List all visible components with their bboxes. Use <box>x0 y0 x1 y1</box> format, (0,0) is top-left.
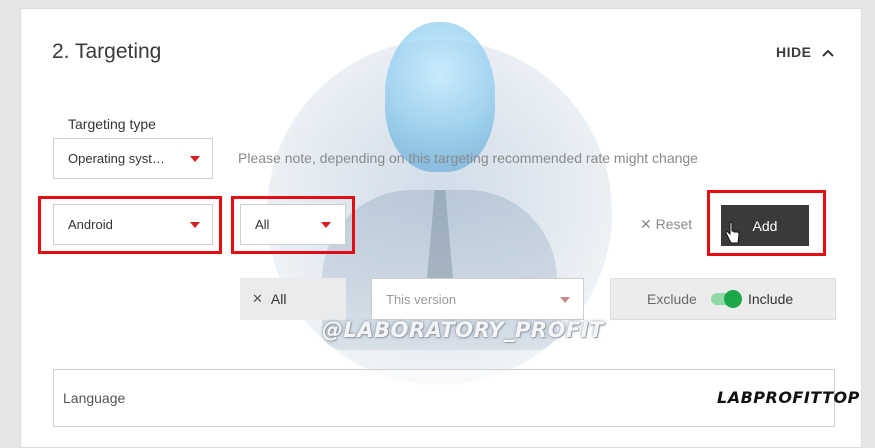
hide-button[interactable]: HIDE <box>776 44 834 60</box>
toggle-knob <box>724 290 742 308</box>
reset-label: Reset <box>655 216 693 232</box>
reset-button[interactable]: ✕ Reset <box>640 216 692 233</box>
include-label[interactable]: Include <box>748 291 793 307</box>
dropdown-caret-icon <box>560 297 570 303</box>
include-toggle-switch[interactable] <box>711 290 742 308</box>
hand-cursor-icon <box>725 222 740 244</box>
exclude-label[interactable]: Exclude <box>647 291 697 307</box>
language-label: Language <box>63 390 126 406</box>
section-title: 2. Targeting <box>52 40 162 63</box>
close-icon[interactable]: ✕ <box>252 291 263 307</box>
highlight-box-version <box>231 196 355 254</box>
targeting-type-label: Targeting type <box>68 116 156 132</box>
version-select-placeholder: This version <box>386 291 457 307</box>
corner-logo: LABPROFITTOP <box>717 388 860 407</box>
targeting-type-select[interactable]: Operating syst… <box>53 138 213 179</box>
watermark-text: @LABORATORY_PROFIT <box>322 318 604 342</box>
version-chip-label: All <box>270 291 287 307</box>
version-select[interactable]: This version <box>371 278 584 320</box>
highlight-box-os <box>38 196 222 254</box>
close-icon: ✕ <box>640 216 652 232</box>
version-chip[interactable]: ✕ All <box>240 278 346 320</box>
targeting-type-value: Operating syst… <box>68 151 165 166</box>
dropdown-caret-icon <box>190 156 200 162</box>
hide-label: HIDE <box>776 44 812 60</box>
include-exclude-toggle-group: Exclude Include <box>610 278 836 320</box>
chevron-up-icon <box>822 45 834 60</box>
rate-note: Please note, depending on this targeting… <box>238 150 698 166</box>
